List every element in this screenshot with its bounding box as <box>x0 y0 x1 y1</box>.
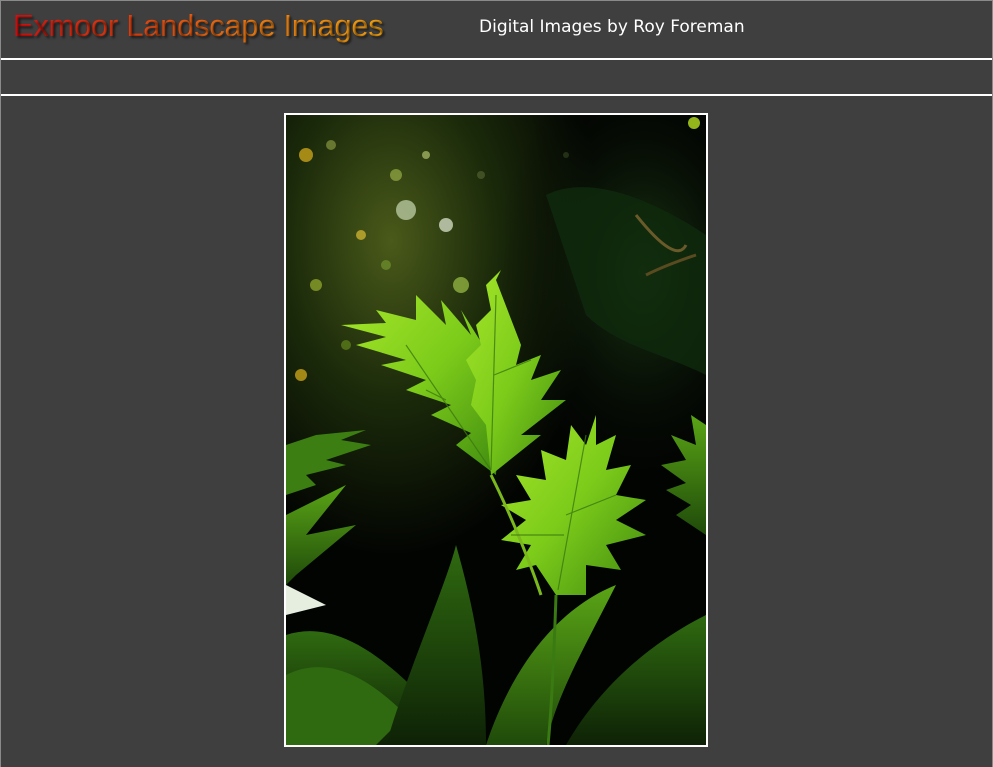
nav-bar <box>1 60 992 94</box>
page: Exmoor Landscape Images Digital Images b… <box>0 0 993 767</box>
nav-divider <box>1 94 992 96</box>
main-photo[interactable] <box>284 113 708 747</box>
site-subtitle: Digital Images by Roy Foreman <box>479 17 745 37</box>
page-border-left <box>0 0 1 767</box>
site-header: Exmoor Landscape Images Digital Images b… <box>0 0 993 59</box>
site-title[interactable]: Exmoor Landscape Images <box>13 6 384 46</box>
leaf-photo-image <box>286 115 706 745</box>
